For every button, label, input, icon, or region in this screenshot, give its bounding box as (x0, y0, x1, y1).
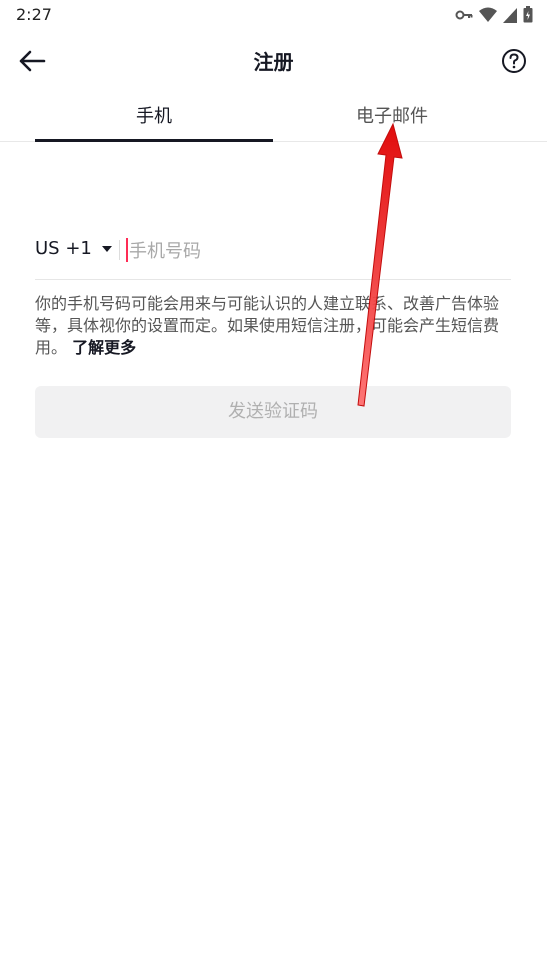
tab-bar: 手机 电子邮件 (0, 96, 547, 142)
battery-icon (523, 6, 533, 23)
status-time: 2:27 (16, 5, 52, 24)
send-code-button[interactable]: 发送验证码 (35, 386, 511, 438)
wifi-icon (479, 7, 497, 22)
status-bar: 2:27 (0, 0, 547, 30)
tab-email[interactable]: 电子邮件 (273, 96, 511, 142)
field-divider (119, 240, 120, 260)
annotation-arrow (357, 122, 403, 407)
active-tab-indicator (35, 139, 273, 142)
country-code-label: US +1 (35, 238, 92, 259)
phone-number-input[interactable] (129, 234, 509, 268)
text-cursor (126, 238, 128, 262)
status-icons (455, 6, 533, 23)
page-title: 注册 (253, 50, 294, 74)
signal-icon (503, 7, 517, 23)
caret-down-icon (101, 245, 112, 252)
key-icon (455, 10, 473, 19)
phone-input-row: US +1 (35, 226, 511, 280)
help-button[interactable] (501, 48, 527, 74)
country-code-select[interactable]: US +1 (35, 238, 112, 259)
learn-more-link[interactable]: 了解更多 (72, 338, 136, 357)
question-circle-icon (502, 49, 526, 73)
header: 注册 (0, 36, 547, 86)
disclaimer-text: 你的手机号码可能会用来与可能认识的人建立联系、改善广告体验等，具体视你的设置而定… (35, 293, 511, 359)
tab-phone[interactable]: 手机 (35, 96, 273, 142)
